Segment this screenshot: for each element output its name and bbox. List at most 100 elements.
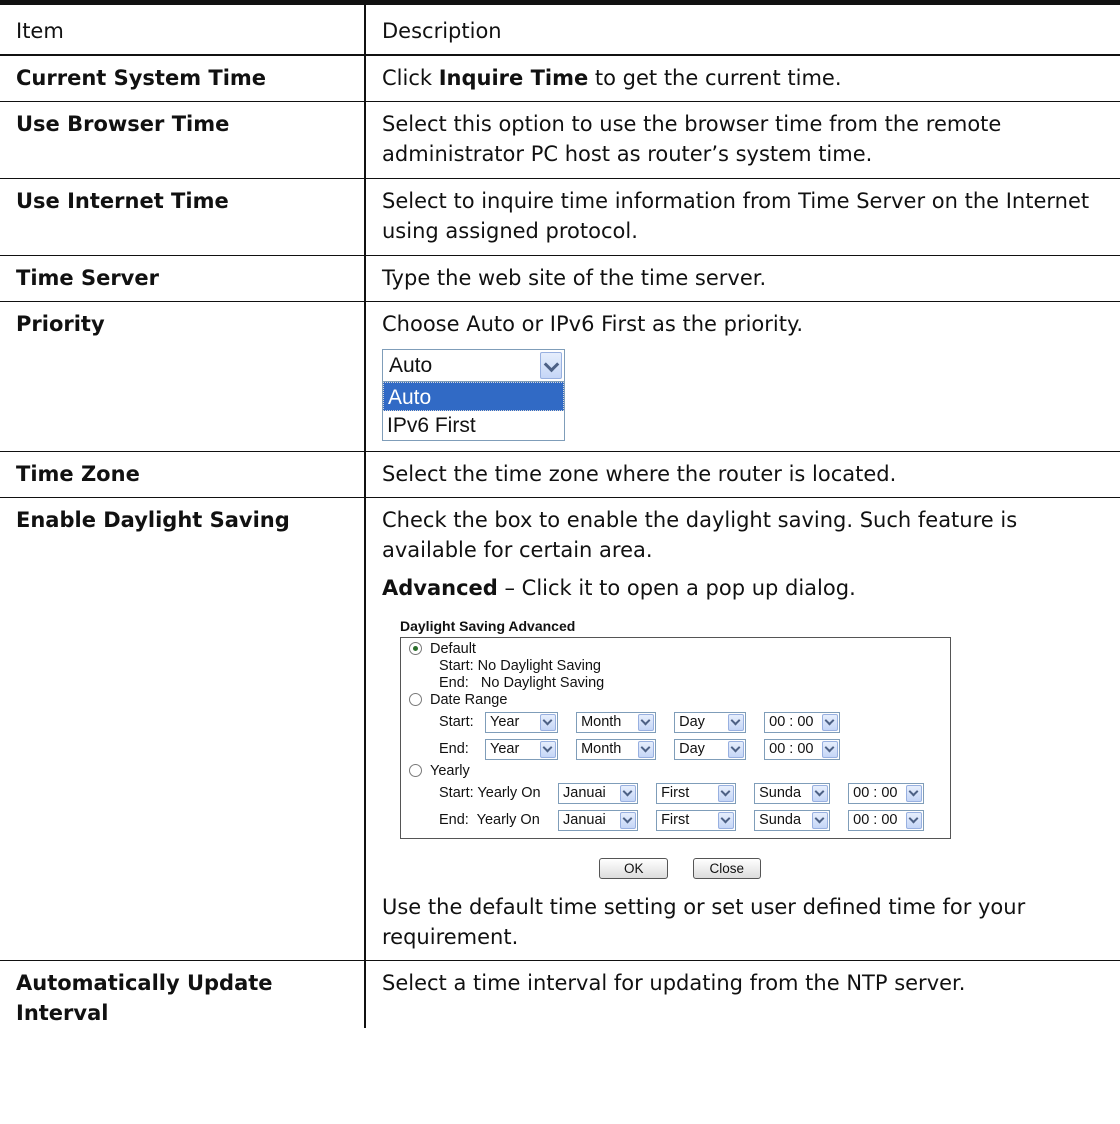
priority-option-auto[interactable]: Auto <box>383 382 564 411</box>
select-value: Day <box>679 741 705 757</box>
ok-button[interactable]: OK <box>598 858 669 879</box>
dialog-buttons: OK Close <box>400 854 960 884</box>
select-value: Day <box>679 714 705 730</box>
row-desc-time-zone: Select the time zone where the router is… <box>365 451 1120 498</box>
end-day-select[interactable]: Day <box>674 739 747 760</box>
chevron-down-icon[interactable] <box>822 714 839 731</box>
chevron-down-icon[interactable] <box>540 741 557 758</box>
row-desc-automatically-update-interval: Select a time interval for updating from… <box>382 971 966 995</box>
start-time-select[interactable]: 00 : 00 <box>764 712 841 733</box>
default-start-text: Start: No Daylight Saving <box>439 658 601 674</box>
desc-text: – Click it to open a pop up dialog. <box>497 576 856 600</box>
header-description: Description <box>365 0 1120 56</box>
yearly-end-day-select[interactable]: Sunda <box>754 810 831 831</box>
row-item-time-zone: Time Zone <box>0 451 366 498</box>
select-value: 00 : 00 <box>769 741 814 757</box>
yearly-end-week-select[interactable]: First <box>656 810 737 831</box>
row-item-automatically-update-interval: Automatically Update Interval <box>0 960 366 1028</box>
select-value: Year <box>490 714 520 730</box>
chevron-down-icon[interactable] <box>718 785 735 802</box>
advanced-line: Advanced – Click it to open a pop up dia… <box>382 573 1104 603</box>
end-year-select[interactable]: Year <box>485 739 559 760</box>
chevron-down-icon[interactable] <box>822 741 839 758</box>
close-button[interactable]: Close <box>692 858 762 879</box>
advanced-label: Advanced <box>382 576 498 600</box>
start-month-select[interactable]: Month <box>576 712 657 733</box>
row-item-current-system-time: Current System Time <box>0 55 366 102</box>
row-item-time-server: Time Server <box>0 255 366 302</box>
chevron-down-icon[interactable] <box>728 714 745 731</box>
table-row: Enable Daylight Saving Check the box to … <box>0 497 1120 961</box>
table-row: Time Zone Select the time zone where the… <box>0 451 1120 498</box>
chevron-down-icon[interactable] <box>620 812 637 829</box>
yearly-end-label: End: Yearly On <box>439 812 540 828</box>
dialog-box: Default Start: No Daylight Saving End: N… <box>400 637 951 839</box>
priority-option-ipv6-first[interactable]: IPv6 First <box>383 411 564 440</box>
chevron-down-icon[interactable] <box>718 812 735 829</box>
select-value: Year <box>490 741 520 757</box>
description-table: Item Description Current System Time Cli… <box>0 0 1120 1028</box>
priority-select[interactable]: Auto <box>382 349 565 382</box>
chevron-down-icon[interactable] <box>540 352 562 379</box>
chevron-down-icon[interactable] <box>812 785 829 802</box>
table-row: Automatically Update Interval Select a t… <box>0 960 1120 1028</box>
yearly-start-month-select[interactable]: Januai <box>558 783 639 804</box>
yearly-end-month-select[interactable]: Januai <box>558 810 639 831</box>
chevron-down-icon[interactable] <box>620 785 637 802</box>
desc-text: Check the box to enable the daylight sav… <box>382 508 1018 562</box>
priority-options-list: Auto IPv6 First <box>382 382 565 441</box>
row-item-priority: Priority <box>0 301 366 452</box>
chevron-down-icon[interactable] <box>728 741 745 758</box>
select-value: Januai <box>563 812 606 828</box>
default-end-text: End: No Daylight Saving <box>439 675 605 691</box>
radio-icon[interactable] <box>409 764 422 777</box>
chevron-down-icon[interactable] <box>638 714 655 731</box>
date-range-option[interactable]: Date Range <box>409 692 944 709</box>
yearly-start-label: Start: Yearly On <box>439 785 541 801</box>
date-range-label: Date Range <box>430 692 508 708</box>
date-range-start-row: Start: Year Month Day 00 : 00 <box>409 709 944 736</box>
dialog-title: Daylight Saving Advanced <box>400 618 576 634</box>
yearly-option[interactable]: Yearly <box>409 763 944 780</box>
yearly-start-time-select[interactable]: 00 : 00 <box>848 783 925 804</box>
chevron-down-icon[interactable] <box>906 785 923 802</box>
select-value: 00 : 00 <box>769 714 814 730</box>
chevron-down-icon[interactable] <box>638 741 655 758</box>
inquire-time-label: Inquire Time <box>438 66 589 90</box>
yearly-start-week-select[interactable]: First <box>656 783 737 804</box>
select-value: Januai <box>563 785 606 801</box>
header-item: Item <box>0 0 366 56</box>
row-desc-priority: Choose Auto or IPv6 First as the priorit… <box>365 301 1120 452</box>
end-label: End: <box>439 741 469 757</box>
row-desc-enable-daylight-saving: Check the box to enable the daylight sav… <box>365 497 1120 961</box>
desc-text: Choose Auto or IPv6 First as the priorit… <box>382 312 804 336</box>
chevron-down-icon[interactable] <box>812 812 829 829</box>
table-row: Time Server Type the web site of the tim… <box>0 255 1120 302</box>
table-row: Use Browser Time Select this option to u… <box>0 101 1120 179</box>
chevron-down-icon[interactable] <box>540 714 557 731</box>
priority-select-example[interactable]: Auto Auto IPv6 First <box>382 349 565 441</box>
daylight-saving-dialog: Daylight Saving Advanced Default Start: … <box>400 617 960 884</box>
yearly-end-time-select[interactable]: 00 : 00 <box>848 810 925 831</box>
yearly-start-day-select[interactable]: Sunda <box>754 783 831 804</box>
table-header-row: Item Description <box>0 0 1120 56</box>
end-time-select[interactable]: 00 : 00 <box>764 739 841 760</box>
select-value: Month <box>581 714 622 730</box>
radio-icon[interactable] <box>409 693 422 706</box>
chevron-down-icon[interactable] <box>906 812 923 829</box>
desc-text: Click <box>382 66 439 90</box>
date-range-end-row: End: Year Month Day 00 : 00 <box>409 736 944 763</box>
select-value: 00 : 00 <box>853 812 898 828</box>
select-value: 00 : 00 <box>853 785 898 801</box>
row-item-enable-daylight-saving: Enable Daylight Saving <box>0 497 366 961</box>
end-month-select[interactable]: Month <box>576 739 657 760</box>
start-day-select[interactable]: Day <box>674 712 747 733</box>
table-row: Priority Choose Auto or IPv6 First as th… <box>0 301 1120 452</box>
yearly-start-row: Start: Yearly On Januai First Sunda 00 :… <box>409 780 944 807</box>
row-item-use-internet-time: Use Internet Time <box>0 178 366 256</box>
default-option[interactable]: Default <box>409 641 944 658</box>
row-item-use-browser-time: Use Browser Time <box>0 101 366 179</box>
select-value: First <box>661 812 690 828</box>
radio-selected-icon[interactable] <box>409 642 422 655</box>
start-year-select[interactable]: Year <box>485 712 559 733</box>
